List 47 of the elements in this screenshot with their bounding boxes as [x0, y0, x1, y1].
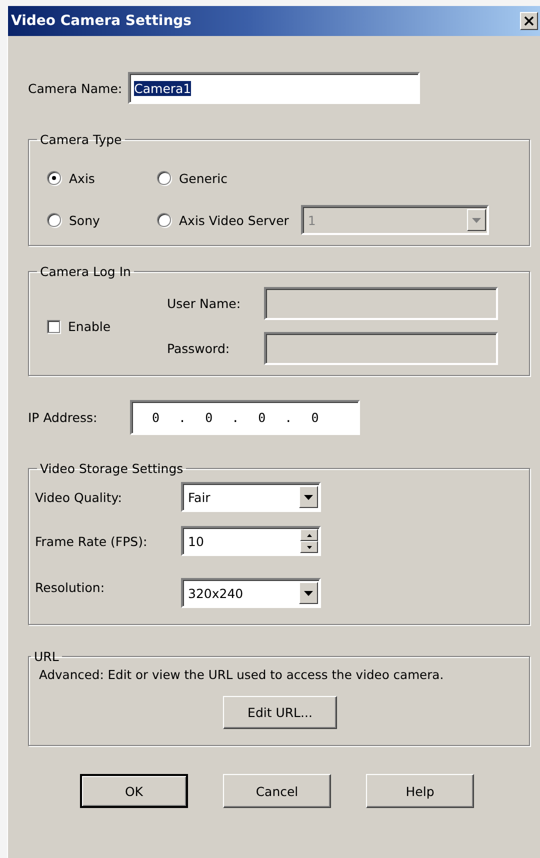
ip-address-field[interactable]: 0 . 0 . 0 . 0 — [130, 400, 360, 435]
group-title: Camera Type — [39, 132, 123, 147]
ip-separator: . — [284, 410, 292, 425]
ip-octet: 0 — [152, 410, 160, 425]
close-icon — [524, 16, 534, 26]
radio-button[interactable] — [47, 213, 61, 227]
camera-name-field[interactable]: Camera1 — [128, 72, 420, 104]
dropdown-value: Fair — [188, 490, 210, 504]
ip-octet: 0 — [258, 410, 266, 425]
dropdown-value: 320x240 — [188, 586, 244, 600]
spinner-arrows-icon — [300, 529, 318, 553]
ip-address-label: IP Address: — [28, 410, 98, 425]
dialog-button[interactable]: OK — [80, 774, 188, 808]
spinner-field[interactable]: 10 — [181, 526, 321, 556]
spinner-value: 10 — [188, 534, 204, 548]
ip-separator: . — [178, 410, 186, 425]
radio-label: Sony — [69, 212, 100, 228]
radio-button[interactable] — [47, 171, 61, 185]
url-description: Advanced: Edit or view the URL used to access the video camera. — [39, 668, 445, 682]
field-label: User Name: — [167, 296, 242, 311]
group-title: URL — [33, 649, 60, 664]
ip-octet: 0 — [311, 410, 319, 425]
group-title: Camera Log In — [39, 264, 132, 279]
close-button[interactable] — [520, 12, 538, 30]
dropdown[interactable]: Fair — [181, 482, 321, 512]
dropdown-value: 1 — [308, 212, 316, 228]
dropdown[interactable]: 320x240 — [181, 578, 321, 608]
field-label: Password: — [167, 341, 231, 356]
checkbox-label: Enable — [68, 318, 111, 334]
radio-label: Generic — [179, 170, 228, 186]
radio-button[interactable] — [157, 213, 171, 227]
radio-button[interactable] — [157, 171, 171, 185]
radio-label: Axis Video Server — [179, 212, 289, 228]
window-title: Video Camera Settings — [11, 13, 192, 29]
radio-label: Axis — [69, 170, 95, 186]
enable-checkbox[interactable] — [47, 320, 60, 332]
setting-label: Video Quality: — [35, 490, 123, 504]
group-title: Video Storage Settings — [39, 461, 184, 476]
dialog-button[interactable]: Cancel — [223, 774, 331, 808]
ip-octet: 0 — [205, 410, 213, 425]
setting-label: Resolution: — [35, 580, 106, 595]
camera-name-label: Camera Name: — [28, 80, 122, 96]
dialog-button[interactable]: Help — [366, 774, 474, 808]
camera-name-value: Camera1 — [134, 80, 192, 96]
setting-label: Frame Rate (FPS): — [35, 534, 148, 548]
ip-separator: . — [232, 410, 240, 425]
edit-url-button[interactable]: Edit URL... — [223, 696, 337, 729]
